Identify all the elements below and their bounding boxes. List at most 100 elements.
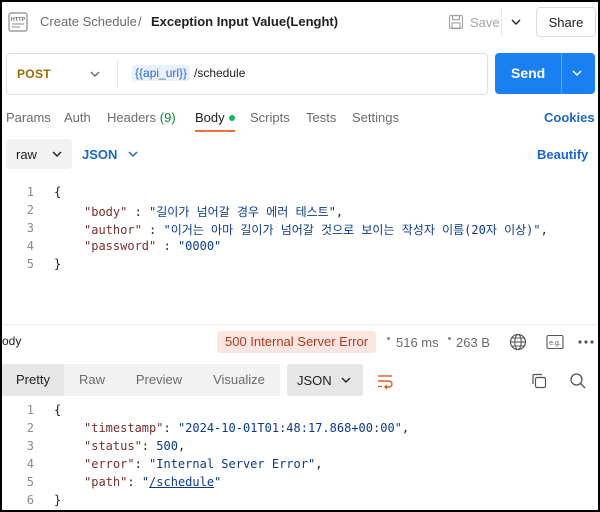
url-divider (117, 60, 118, 88)
tab-settings[interactable]: Settings (352, 110, 399, 125)
response-format-select[interactable]: JSON (287, 364, 363, 396)
svg-text:HTTP: HTTP (11, 17, 26, 23)
chevron-down-icon[interactable] (87, 66, 103, 82)
request-title[interactable]: Exception Input Value(Lenght) (151, 14, 338, 29)
code-line: } (54, 493, 62, 510)
copy-icon[interactable] (530, 372, 548, 390)
save-options-button[interactable] (504, 8, 528, 36)
line-number: 4 (26, 239, 34, 253)
code-line: { (54, 403, 61, 421)
tab-headers-label: Headers (107, 110, 157, 125)
tab-preview[interactable]: Preview (120, 364, 198, 396)
url-input[interactable]: /schedule (194, 66, 245, 80)
json-key: "password" (84, 239, 157, 253)
line-number: 4 (26, 457, 34, 471)
line-number: 3 (26, 221, 34, 235)
line-number: 2 (26, 421, 34, 435)
line-number: 3 (26, 439, 34, 453)
chevron-down-icon[interactable] (126, 147, 140, 161)
json-value: "2024-10-01T01:48:17.868+00:00" (177, 421, 402, 435)
path-link[interactable]: /schedule (149, 475, 214, 489)
line-number: 5 (26, 257, 34, 271)
postman-window: HTTP Create Schedule / Exception Input V… (0, 0, 600, 512)
response-format-label: JSON (297, 373, 332, 388)
tab-tests[interactable]: Tests (306, 110, 336, 125)
tab-scripts[interactable]: Scripts (250, 110, 290, 125)
tab-visualize[interactable]: Visualize (198, 364, 280, 396)
url-variable[interactable]: {{api_url}} (132, 65, 191, 81)
brace-close: } (54, 257, 62, 271)
tab-body[interactable]: Body (195, 110, 235, 125)
response-size[interactable]: 263 B (456, 335, 490, 350)
search-icon[interactable] (569, 372, 587, 390)
method-select[interactable]: POST (17, 67, 51, 81)
response-time[interactable]: 516 ms (396, 335, 439, 350)
body-options-bar: raw JSON Beautify (2, 137, 598, 173)
active-tab-underline (195, 130, 235, 132)
json-key: "path" (84, 475, 128, 489)
brace-open: { (54, 403, 62, 417)
status-badge[interactable]: 500 Internal Server Error (217, 331, 377, 353)
save-label: Save (470, 14, 500, 30)
url-bar: POST {{api_url}} /schedule (6, 53, 488, 95)
tab-auth[interactable]: Auth (64, 110, 91, 125)
globe-icon[interactable] (509, 333, 527, 351)
tab-headers[interactable]: Headers (9) (107, 110, 176, 125)
send-label: Send (511, 65, 546, 81)
brace-open: { (54, 185, 62, 199)
code-line: "body" : "길이가 넘어갈 경우 에러 테스트", (84, 203, 343, 221)
response-body-label[interactable]: ody (2, 334, 21, 348)
body-mode-select[interactable]: raw (6, 139, 72, 169)
line-number: 1 (26, 185, 34, 199)
body-mode-label: raw (16, 147, 37, 162)
code-line: "author" : "이거는 아마 길이가 넘어갈 것으로 보이는 작성자 이… (84, 221, 548, 239)
json-sep: : (156, 239, 178, 253)
http-icon: HTTP (8, 12, 28, 32)
json-key: "error" (84, 457, 135, 471)
breadcrumb-parent[interactable]: Create Schedule (40, 14, 137, 29)
body-format-select[interactable]: JSON (82, 147, 117, 162)
send-divider (561, 53, 562, 94)
line-number: 1 (26, 403, 34, 417)
wrap-lines-icon[interactable] (375, 371, 395, 391)
brace-close: } (54, 493, 62, 507)
json-comma: , (335, 205, 344, 219)
json-quote: " (141, 475, 150, 489)
code-line: } (54, 257, 61, 275)
share-button[interactable]: Share (536, 7, 596, 37)
separator-dot (387, 337, 390, 340)
line-number: 2 (26, 203, 34, 217)
chevron-down-icon (341, 377, 351, 383)
json-value: 500 (156, 439, 178, 453)
response-tabs: Pretty Raw Preview Visualize JSON (2, 364, 598, 398)
json-key: "author" (84, 223, 142, 237)
beautify-button[interactable]: Beautify (537, 147, 588, 162)
json-sep: : (141, 223, 164, 237)
json-value: "0000" (177, 239, 222, 253)
breadcrumb-separator: / (138, 14, 142, 29)
json-sep: : (127, 205, 150, 219)
line-number: 6 (26, 493, 34, 507)
chevron-down-icon (511, 19, 521, 25)
json-key: "status" (84, 439, 142, 453)
cookies-link[interactable]: Cookies (544, 110, 595, 125)
more-horizontal-icon[interactable] (576, 334, 596, 350)
save-icon (448, 14, 464, 30)
line-number: 5 (26, 475, 34, 489)
tab-raw[interactable]: Raw (64, 364, 120, 396)
json-quote: " (214, 475, 222, 489)
json-comma: , (540, 223, 548, 237)
save-button[interactable]: Save (442, 8, 502, 36)
save-example-icon[interactable]: e.g. (546, 334, 564, 350)
send-button[interactable]: Send (495, 53, 595, 94)
tab-pretty[interactable]: Pretty (2, 364, 64, 396)
tab-params[interactable]: Params (6, 110, 51, 125)
code-line: "password" : "0000" (84, 239, 221, 257)
code-line: { (54, 185, 61, 203)
json-value: "길이가 넘어갈 경우 에러 테스트" (149, 205, 336, 219)
svg-text:e.g.: e.g. (549, 340, 561, 347)
chevron-down-icon (52, 151, 62, 157)
chevron-down-icon[interactable] (569, 65, 585, 81)
code-line: "status": 500, (84, 439, 186, 453)
code-line: "timestamp": "2024-10-01T01:48:17.868+00… (84, 421, 410, 435)
